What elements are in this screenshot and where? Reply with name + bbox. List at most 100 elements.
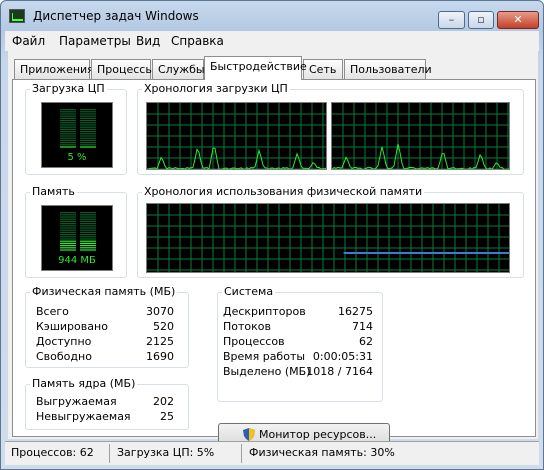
memory-meter-segment [60,230,76,231]
memory-meter-segment [60,219,76,220]
memory-meter-segment [60,236,76,237]
physical-memory-table: Всего 3070 Кэшировано 520 Доступно 2125 Сво… [36,305,174,365]
cpu-usage-value: 5 % [42,152,112,163]
memory-meter-segment [80,247,96,248]
cpu-meter-segment [80,124,96,125]
system-row: Дескрипторов 16275 [223,305,373,320]
cpu-meter-segment [80,116,96,117]
stat-label: Свободно [36,350,92,363]
maximize-button[interactable]: ▫ [468,11,494,29]
main-content: Приложения Процессы Службы Быстродействи… [8,51,538,439]
kernel-memory-group: Память ядра (МБ) Выгружаемая 202 Невыгруж… [25,384,189,430]
stat-value: 0:00:05:31 [313,350,373,363]
memory-history-label: Хронология использования физической памя… [142,185,424,198]
memory-meter-segment [60,223,76,224]
memory-meter-segment [60,232,76,233]
cpu-meter-segment [60,124,76,125]
memory-meter-segment [80,225,96,226]
cpu-meter-segment [80,127,96,128]
close-button[interactable]: ✕ [497,11,539,29]
cpu-meter-segment [60,116,76,117]
cpu-meter-segment [60,109,76,110]
shield-icon [243,428,255,441]
memory-meter-segment [80,214,96,215]
cpu-history-graph-core-1 [146,102,327,170]
performance-panel: Загрузка ЦП 5 % Хронология загрузки ЦП П… [12,79,536,437]
cpu-meter-segment [60,113,76,114]
cpu-meter-segment [80,111,96,112]
kernel-memory-label: Память ядра (МБ) [30,377,137,390]
memory-meter: 944 МБ [41,205,113,271]
menu-options[interactable]: Параметры [59,34,131,48]
stat-value: 62 [359,335,373,348]
memory-meter-segment [60,227,76,228]
system-table: Дескрипторов 16275 Потоков 714 Процессов 62… [223,305,373,383]
cpu-meter-segment [60,144,76,145]
cpu-meter-segment [80,140,96,141]
memory-meter-segment [80,216,96,217]
stat-label: Процессов [223,335,285,348]
cpu-meter-segment [80,118,96,119]
memory-meter-segment [80,230,96,231]
cpu-history-label: Хронология загрузки ЦП [142,82,290,95]
tab-processes[interactable]: Процессы [91,59,151,79]
system-row: Потоков 714 [223,320,373,335]
memory-meter-segment [60,214,76,215]
stat-value: 2125 [146,335,174,348]
physical-memory-label: Физическая память (МБ) [30,285,177,298]
memory-meter-segment [80,249,96,250]
title-bar[interactable]: Диспетчер задач Windows – ▫ ✕ [1,1,543,31]
stat-label: Кэшировано [36,320,108,333]
cpu-meter-segment [80,144,96,145]
cpu-meter-segment [80,113,96,114]
cpu-history-line [332,144,510,169]
tab-network[interactable]: Сеть [303,59,343,79]
cpu-meter-segment [60,142,76,143]
stat-label: Всего [36,305,69,318]
menu-help[interactable]: Справка [171,34,224,48]
memory-meter-segment [80,236,96,237]
memory-value: 944 МБ [42,255,112,266]
tab-users[interactable]: Пользователи [344,59,426,79]
memory-meter-segment [80,238,96,239]
cpu-meter-segment [80,142,96,143]
status-processes: Процессов: 62 [11,446,94,459]
status-cpu: Загрузка ЦП: 5% [117,446,214,459]
memory-meter-segment [80,234,96,235]
cpu-meter-segment [60,146,76,147]
memory-history-group: Хронология использования физической памя… [137,192,524,278]
cpu-meter-segment [80,122,96,123]
stat-value: 714 [352,320,373,333]
cpu-meter-segment [80,138,96,139]
menu-file[interactable]: Файл [12,34,45,48]
stat-value: 3070 [146,305,174,318]
cpu-history-group: Хронология загрузки ЦП [137,89,524,175]
cpu-meter-segment [60,118,76,119]
cpu-meter-segment [80,146,96,147]
memory-label: Память [30,185,77,198]
menu-view[interactable]: Вид [136,34,160,48]
cpu-usage-group: Загрузка ЦП 5 % [25,89,127,175]
physical-memory-row: Доступно 2125 [36,335,174,350]
stat-label: Дескрипторов [223,305,306,318]
cpu-meter-segment [60,120,76,121]
cpu-meter-segment [80,120,96,121]
cpu-meter-segment [60,131,76,132]
tab-services[interactable]: Службы [152,59,204,79]
memory-meter-segment [80,227,96,228]
minimize-button[interactable]: – [438,11,465,29]
memory-meter-segment [60,241,76,242]
status-bar: Процессов: 62 Загрузка ЦП: 5% Физическая… [5,441,539,465]
tab-applications[interactable]: Приложения [14,59,90,79]
kernel-memory-row: Выгружаемая 202 [36,395,174,410]
physical-memory-row: Всего 3070 [36,305,174,320]
cpu-meter-segment [60,138,76,139]
system-row: Время работы 0:00:05:31 [223,350,373,365]
memory-meter-segment [80,243,96,244]
stat-label: Невыгружаемая [36,410,131,423]
memory-meter-segment [80,212,96,213]
stat-label: Выгружаемая [36,395,117,408]
tab-performance[interactable]: Быстродействие [204,56,302,80]
cpu-meter-segment [60,111,76,112]
status-divider [109,444,110,463]
